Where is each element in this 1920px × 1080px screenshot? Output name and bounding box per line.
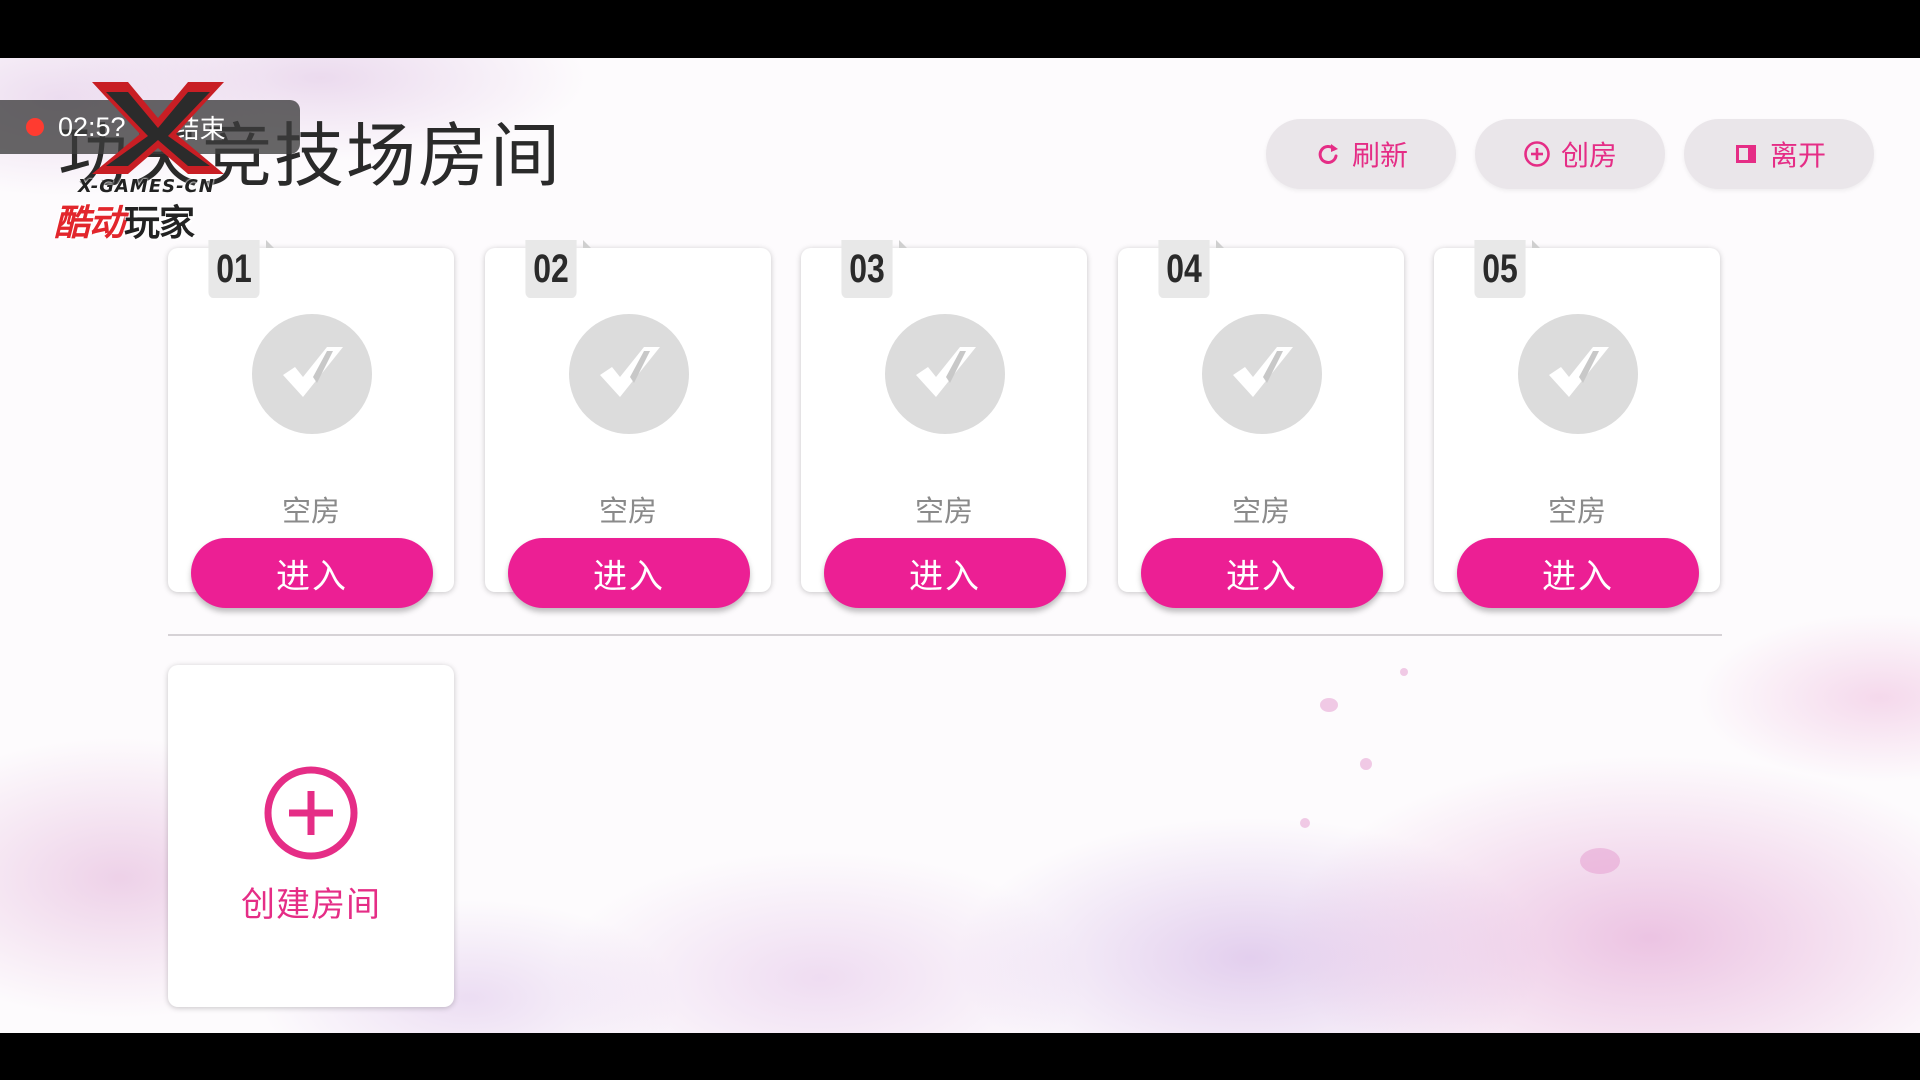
decor-splat <box>1300 818 1310 828</box>
room-card-03: 03 空房 进入 <box>801 240 1087 608</box>
create-room-header-label: 创房 <box>1560 139 1617 172</box>
plus-circle-icon <box>1524 141 1550 167</box>
logo-chinese-red: 酷动 <box>54 203 125 244</box>
room-number-tab <box>583 240 591 248</box>
room-card-05: 05 空房 进入 <box>1434 240 1720 608</box>
room-card-01: 01 空房 进入 <box>168 240 454 608</box>
enter-room-button[interactable]: 进入 <box>191 538 433 608</box>
empty-room-check-icon <box>885 314 1005 434</box>
decor-splat <box>1580 848 1620 874</box>
letterbox-top <box>0 0 1920 58</box>
empty-room-check-icon <box>252 314 372 434</box>
decor-splat <box>1320 698 1338 712</box>
room-card-02: 02 空房 进入 <box>485 240 771 608</box>
refresh-label: 刷新 <box>1351 139 1408 172</box>
room-status: 空房 <box>598 494 657 528</box>
exit-door-icon <box>1735 145 1756 163</box>
room-number-tab <box>266 240 274 248</box>
refresh-button[interactable]: 刷新 <box>1266 119 1456 189</box>
room-status: 空房 <box>914 494 973 528</box>
create-room-card[interactable]: 创建房间 <box>168 665 454 1007</box>
room-card-04: 04 空房 进入 <box>1118 240 1404 608</box>
decor-splat <box>1400 668 1408 676</box>
decor-splat <box>1360 758 1372 770</box>
logo-chinese-text: 酷动玩家 <box>54 194 195 246</box>
plus-circle-icon <box>264 766 358 860</box>
refresh-icon <box>1318 144 1338 164</box>
leave-label: 离开 <box>1769 139 1826 172</box>
letterbox-bottom <box>0 1033 1920 1080</box>
room-number: 04 <box>1158 240 1210 298</box>
enter-room-button[interactable]: 进入 <box>1141 538 1383 608</box>
logo-chinese-black: 玩家 <box>124 203 195 244</box>
room-number: 05 <box>1474 240 1526 298</box>
leave-button[interactable]: 离开 <box>1684 119 1874 189</box>
create-room-header-button[interactable]: 创房 <box>1475 119 1665 189</box>
logo-x-icon <box>92 82 224 174</box>
room-number-tab <box>1216 240 1224 248</box>
room-status: 空房 <box>1547 494 1606 528</box>
room-number: 03 <box>841 240 893 298</box>
room-status: 空房 <box>1231 494 1290 528</box>
room-number-tab <box>899 240 907 248</box>
room-number: 02 <box>525 240 577 298</box>
empty-room-check-icon <box>1518 314 1638 434</box>
enter-room-button[interactable]: 进入 <box>508 538 750 608</box>
room-status: 空房 <box>281 494 340 528</box>
recording-indicator-icon <box>26 118 44 136</box>
room-number-tab <box>1532 240 1540 248</box>
enter-room-button[interactable]: 进入 <box>824 538 1066 608</box>
empty-room-check-icon <box>569 314 689 434</box>
room-number: 01 <box>208 240 260 298</box>
section-divider <box>168 634 1722 636</box>
enter-room-button[interactable]: 进入 <box>1457 538 1699 608</box>
empty-room-check-icon <box>1202 314 1322 434</box>
watermark-logo: X-GAMES-CN 酷动玩家 <box>52 78 262 244</box>
create-room-label: 创建房间 <box>241 885 381 925</box>
